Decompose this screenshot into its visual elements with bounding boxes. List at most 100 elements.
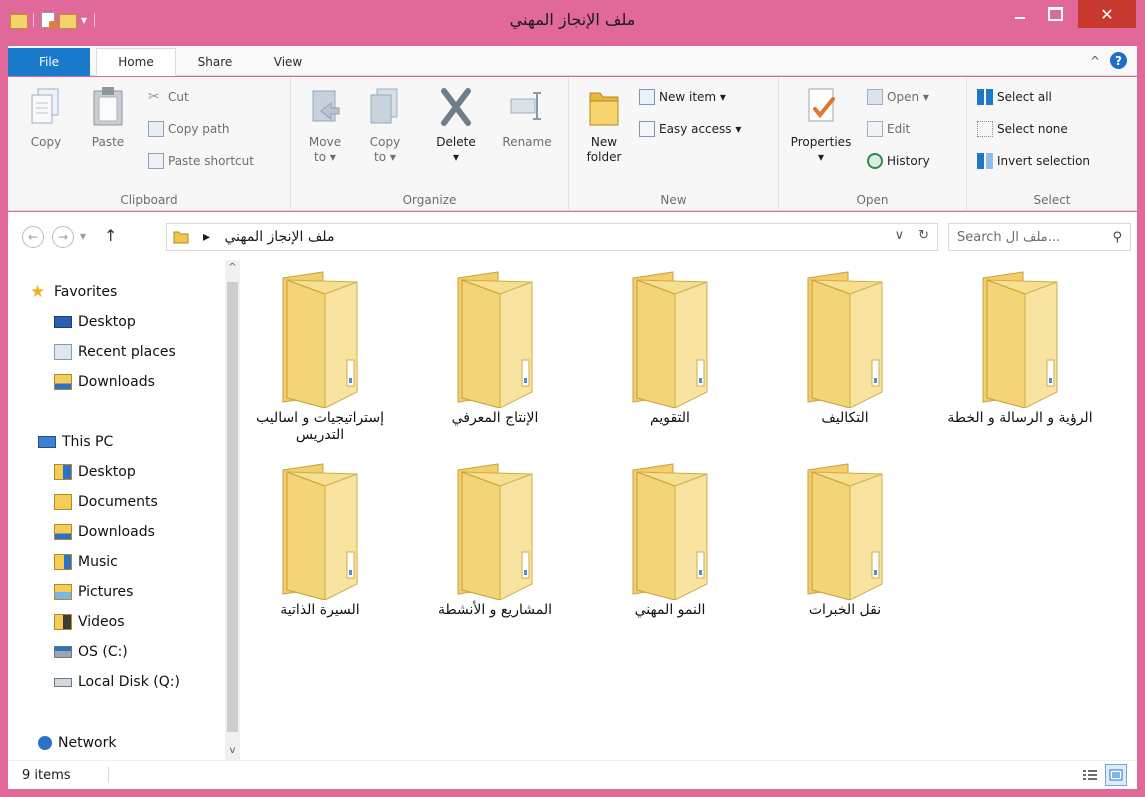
folder-item[interactable]: التقويم (595, 268, 745, 427)
copy-label: Copy (30, 135, 62, 149)
collapse-ribbon-icon[interactable]: ^ (1090, 54, 1100, 68)
sidebar-item-documents[interactable]: Documents (54, 490, 158, 514)
properties-label: Properties (790, 135, 852, 149)
content-pane[interactable]: الرؤية و الرسالة و الخطة التكاليف التقوي… (240, 260, 1137, 760)
move-to-label: Move (308, 135, 342, 149)
details-view-button[interactable] (1079, 764, 1101, 786)
paste-label: Paste (91, 135, 125, 149)
copy-button[interactable]: Copy (26, 85, 66, 150)
up-arrow-icon[interactable]: ↑ (104, 226, 117, 245)
tab-home[interactable]: Home (96, 48, 176, 76)
copy-path-button[interactable]: Copy path (148, 121, 230, 137)
title-bar[interactable]: ▾ ملف الإنجاز المهني ✕ (0, 0, 1145, 46)
sidebar-item-local-disk-q[interactable]: Local Disk (Q:) (54, 670, 180, 694)
folder-item[interactable]: السيرة الذاتية (245, 460, 395, 619)
cut-button[interactable]: ✂ Cut (148, 89, 189, 105)
breadcrumb-separator[interactable]: ▸ (203, 229, 210, 245)
folder-item[interactable]: نقل الخبرات (770, 460, 920, 619)
open-group: Properties ▾ Open ▾ Edit History Open (779, 77, 967, 211)
sidebar-item-downloads[interactable]: Downloads (54, 370, 155, 394)
delete-x-icon (441, 88, 471, 126)
folder-item[interactable]: إستراتيجيات و اساليب التدريس (245, 268, 395, 444)
folder-item[interactable]: الإنتاج المعرفي (420, 268, 570, 427)
search-box[interactable]: Search ملف ال... ⚲ (948, 223, 1131, 251)
maximize-button[interactable] (1040, 0, 1070, 28)
paste-button[interactable]: Paste (84, 85, 132, 150)
forward-arrow-icon: → (57, 230, 69, 244)
sidebar-item-network[interactable]: Network (38, 731, 116, 755)
new-item-button[interactable]: New item ▾ (639, 89, 726, 105)
edit-label: Edit (887, 122, 911, 136)
large-icons-view-icon (1109, 769, 1123, 781)
forward-button[interactable]: → (52, 226, 74, 248)
properties-button[interactable]: Properties ▾ (783, 85, 859, 165)
tab-share[interactable]: Share (180, 48, 250, 76)
sidebar-item-pictures[interactable]: Pictures (54, 580, 133, 604)
paste-shortcut-button[interactable]: Paste shortcut (148, 153, 254, 169)
address-controls: ∨ ↻ (895, 228, 929, 243)
sidebar-item-this-pc[interactable]: This PC (38, 430, 113, 454)
scroll-thumb[interactable] (227, 282, 238, 732)
folder-name: النمو المهني (634, 602, 706, 618)
search-placeholder: Search ملف ال... (957, 230, 1061, 245)
new-folder-button[interactable]: New folder (579, 85, 629, 165)
sidebar-item-videos[interactable]: Videos (54, 610, 125, 634)
sidebar-item-os-c[interactable]: OS (C:) (54, 640, 128, 664)
folder-item[interactable]: الرؤية و الرسالة و الخطة (945, 268, 1095, 427)
copy-to-button[interactable]: Copy to ▾ (363, 85, 407, 165)
select-none-icon (977, 121, 993, 137)
clipboard-group: Copy Paste ✂ Cut Copy path Paste shortcu… (8, 77, 291, 211)
easy-access-icon (639, 121, 655, 137)
sidebar-item-label: Desktop (78, 464, 136, 480)
easy-access-button[interactable]: Easy access ▾ (639, 121, 741, 137)
delete-button[interactable]: Delete ▾ (429, 85, 483, 165)
paste-shortcut-icon (148, 153, 164, 169)
sidebar-item-desktop[interactable]: Desktop (54, 310, 136, 334)
sidebar-item-favorites[interactable]: ★ Favorites (30, 280, 117, 304)
rename-button[interactable]: Rename (497, 85, 557, 150)
select-all-button[interactable]: Select all (977, 89, 1052, 105)
sidebar-item-pc-desktop[interactable]: Desktop (54, 460, 136, 484)
sidebar-item-label: Local Disk (Q:) (78, 674, 180, 690)
back-button[interactable]: ← (22, 226, 44, 248)
desktop-folder-icon (54, 464, 72, 480)
help-icon[interactable]: ? (1110, 52, 1127, 69)
large-icons-view-button[interactable] (1105, 764, 1127, 786)
invert-selection-icon (977, 153, 993, 169)
copy-to-label-2: to ▾ (374, 150, 396, 164)
refresh-icon[interactable]: ↻ (918, 228, 929, 243)
sidebar-item-pc-downloads[interactable]: Downloads (54, 520, 155, 544)
folder-item[interactable]: النمو المهني (595, 460, 745, 619)
scroll-down-arrow-icon[interactable]: v (225, 745, 240, 756)
address-dropdown-icon[interactable]: ∨ (895, 228, 905, 243)
history-button[interactable]: History (867, 153, 930, 169)
sidebar-item-label: Desktop (78, 314, 136, 330)
downloads-folder-icon (54, 374, 72, 390)
scroll-up-arrow-icon[interactable]: ^ (225, 262, 240, 273)
folder-icon (282, 463, 358, 600)
new-folder-label: New (590, 135, 618, 149)
tab-view[interactable]: View (258, 48, 318, 76)
sidebar-scrollbar[interactable]: ^ v (225, 260, 240, 760)
open-button[interactable]: Open ▾ (867, 89, 929, 105)
folder-name: المشاريع و الأنشطة (437, 602, 553, 618)
search-icon[interactable]: ⚲ (1112, 230, 1122, 245)
sidebar-item-recent-places[interactable]: Recent places (54, 340, 176, 364)
recent-locations-icon[interactable]: ▾ (80, 229, 86, 243)
address-bar[interactable]: ▸ ملف الإنجاز المهني ∨ ↻ (166, 223, 938, 251)
move-to-button[interactable]: Move to ▾ (303, 85, 347, 165)
edit-button[interactable]: Edit (867, 121, 910, 137)
tab-file[interactable]: File (8, 48, 90, 76)
copy-to-icon (370, 88, 398, 124)
sidebar-item-music[interactable]: Music (54, 550, 118, 574)
invert-selection-button[interactable]: Invert selection (977, 153, 1090, 169)
folder-item[interactable]: التكاليف (770, 268, 920, 427)
edit-icon (867, 121, 883, 137)
folder-item[interactable]: المشاريع و الأنشطة (420, 460, 570, 619)
drive-icon (54, 677, 72, 687)
rename-icon (510, 92, 541, 120)
breadcrumb-current[interactable]: ملف الإنجاز المهني (224, 229, 334, 245)
minimize-button[interactable] (1005, 0, 1035, 28)
close-button[interactable]: ✕ (1078, 0, 1136, 28)
select-none-button[interactable]: Select none (977, 121, 1068, 137)
